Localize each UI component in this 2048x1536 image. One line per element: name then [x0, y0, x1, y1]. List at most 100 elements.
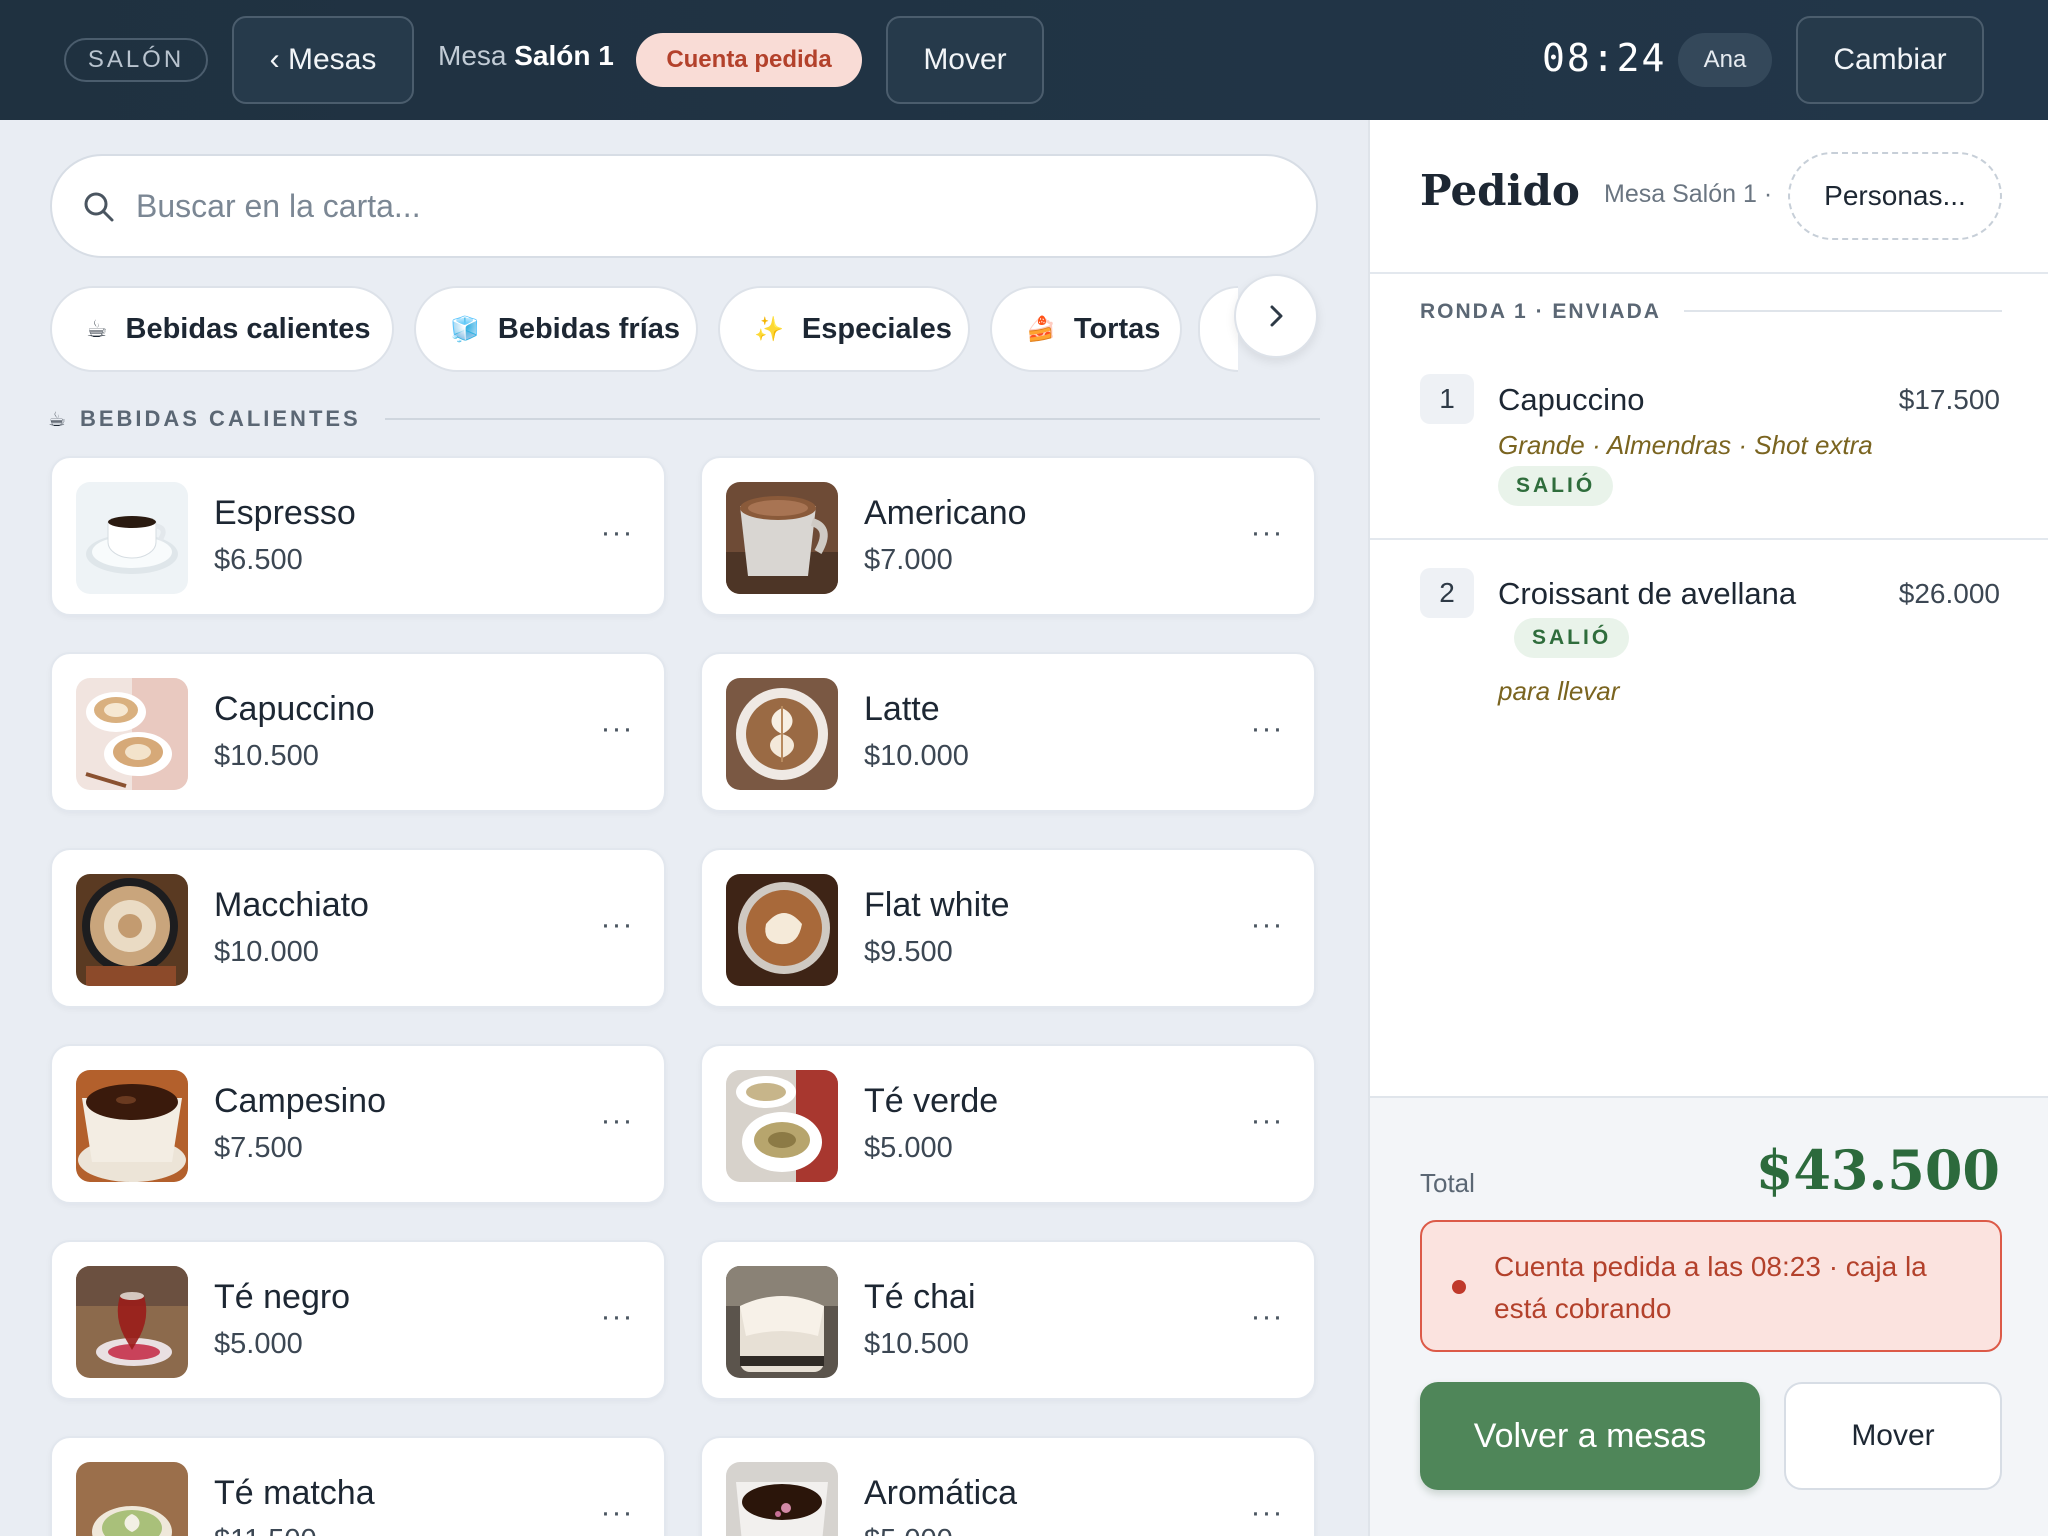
herbal-tea-photo	[726, 1462, 838, 1536]
product-price: $11.500	[214, 1524, 317, 1536]
more-options-button[interactable]: ···	[1244, 706, 1290, 752]
item-quantity: 1	[1420, 374, 1474, 424]
item-modifiers: Grande · Almendras · Shot extra	[1498, 430, 1873, 460]
product-card-latte[interactable]: Latte $10.000 ···	[700, 652, 1316, 812]
table-prefix: Mesa	[438, 40, 507, 71]
black-tea-photo	[76, 1266, 188, 1378]
divider	[384, 418, 1320, 420]
macchiato-photo	[76, 874, 188, 986]
espresso-photo	[76, 482, 188, 594]
product-card-capuccino[interactable]: Capuccino $10.500 ···	[50, 652, 666, 812]
search-icon	[84, 192, 114, 222]
chevron-right-icon	[1270, 305, 1283, 327]
product-card-campesino[interactable]: Campesino $7.500 ···	[50, 1044, 666, 1204]
categories-next-button[interactable]	[1234, 274, 1318, 358]
zone-label: SALÓN	[64, 38, 208, 82]
bill-requested-alert: Cuenta pedida a las 08:23 · caja la está…	[1420, 1220, 2002, 1352]
more-options-button[interactable]: ···	[1244, 1294, 1290, 1340]
search-bar	[50, 154, 1318, 258]
status-badge: Cuenta pedida	[636, 33, 862, 87]
divider	[1684, 310, 2002, 312]
coffee-cup-icon: ☕	[86, 315, 108, 343]
product-name: Té verde	[864, 1082, 999, 1120]
product-name: Té chai	[864, 1278, 976, 1316]
category-chip-specials[interactable]: ✨ Especiales	[718, 286, 970, 372]
product-card-espresso[interactable]: Espresso $6.500 ···	[50, 456, 666, 616]
search-input[interactable]	[136, 176, 1286, 236]
campesino-photo	[76, 1070, 188, 1182]
order-footer: Total $43.500 Cuenta pedida a las 08:23 …	[1370, 1096, 2048, 1536]
product-card-green-tea[interactable]: Té verde $5.000 ···	[700, 1044, 1316, 1204]
product-name: Aromática	[864, 1474, 1018, 1512]
product-price: $5.000	[864, 1524, 953, 1536]
more-options-button[interactable]: ···	[594, 902, 640, 948]
more-options-button[interactable]: ···	[594, 1490, 640, 1536]
product-price: $6.500	[214, 544, 303, 576]
divider	[1370, 272, 2048, 274]
more-options-button[interactable]: ···	[594, 706, 640, 752]
clock: 08:24	[1542, 36, 1667, 80]
total-value: $43.500	[1755, 1138, 2000, 1202]
capuccino-photo	[76, 678, 188, 790]
product-name: Té negro	[214, 1278, 351, 1316]
back-to-tables-button[interactable]: ‹ Mesas	[232, 16, 414, 104]
category-label: Tortas	[1073, 312, 1161, 345]
alert-text: Cuenta pedida a las 08:23 · caja la está…	[1494, 1251, 1927, 1324]
status-badge: SALIÓ	[1514, 618, 1630, 658]
category-chip-hot-drinks[interactable]: ☕ Bebidas calientes	[50, 286, 394, 372]
chai-tea-photo	[726, 1266, 838, 1378]
divider	[1370, 538, 2048, 540]
product-name: Macchiato	[214, 886, 369, 924]
product-card-matcha-tea[interactable]: Té matcha $11.500 ···	[50, 1436, 666, 1536]
product-card-flat-white[interactable]: Flat white $9.500 ···	[700, 848, 1316, 1008]
product-price: $7.500	[214, 1132, 303, 1164]
more-options-button[interactable]: ···	[594, 1098, 640, 1144]
product-card-macchiato[interactable]: Macchiato $10.000 ···	[50, 848, 666, 1008]
round-label: RONDA 1 · ENVIADA	[1420, 300, 1661, 323]
item-price: $17.500	[1898, 384, 2000, 415]
product-price: $10.500	[214, 740, 319, 772]
more-options-button[interactable]: ···	[1244, 902, 1290, 948]
switch-user-button[interactable]: Cambiar	[1796, 16, 1984, 104]
product-price: $9.500	[864, 936, 953, 968]
more-options-button[interactable]: ···	[1244, 510, 1290, 556]
move-table-button[interactable]: Mover	[886, 16, 1044, 104]
more-options-button[interactable]: ···	[1244, 1490, 1290, 1536]
product-name: Té matcha	[214, 1474, 375, 1512]
category-label: Especiales	[801, 312, 952, 345]
product-price: $10.000	[214, 936, 319, 968]
item-name: Croissant de avellana	[1498, 576, 1797, 611]
matcha-tea-photo	[76, 1462, 188, 1536]
back-to-tables-primary-button[interactable]: Volver a mesas	[1420, 1382, 1760, 1490]
product-card-black-tea[interactable]: Té negro $5.000 ···	[50, 1240, 666, 1400]
category-label: Bebidas calientes	[125, 312, 371, 345]
product-price: $5.000	[864, 1132, 953, 1164]
guests-button[interactable]: Personas...	[1788, 152, 2002, 240]
item-name: Capuccino	[1498, 382, 1645, 417]
order-panel: Pedido Mesa Salón 1 · Personas... RONDA …	[1368, 120, 2048, 1536]
user-chip: Ana	[1678, 33, 1772, 87]
category-chip-cold-drinks[interactable]: 🧊 Bebidas frías	[414, 286, 698, 372]
section-header: ☕ BEBIDAS CALIENTES	[48, 404, 1320, 434]
product-name: Espresso	[214, 494, 356, 532]
category-chip-partial[interactable]	[1198, 286, 1238, 372]
product-price: $5.000	[214, 1328, 303, 1360]
category-label: Bebidas frías	[497, 312, 681, 345]
category-chip-cakes[interactable]: 🍰 Tortas	[990, 286, 1182, 372]
more-options-button[interactable]: ···	[594, 1294, 640, 1340]
more-options-button[interactable]: ···	[594, 510, 640, 556]
more-options-button[interactable]: ···	[1244, 1098, 1290, 1144]
product-price: $7.000	[864, 544, 953, 576]
product-card-herbal-tea[interactable]: Aromática $5.000 ···	[700, 1436, 1316, 1536]
section-title: BEBIDAS CALIENTES	[79, 406, 361, 431]
product-name: Campesino	[214, 1082, 386, 1120]
move-order-button[interactable]: Mover	[1784, 1382, 2002, 1490]
table-name: Salón 1	[514, 40, 614, 71]
coffee-cup-icon: ☕	[48, 408, 66, 431]
product-card-chai-tea[interactable]: Té chai $10.500 ···	[700, 1240, 1316, 1400]
green-tea-photo	[726, 1070, 838, 1182]
table-label: Mesa Salón 1	[438, 40, 614, 72]
alert-dot-icon	[1452, 1280, 1466, 1294]
product-card-americano[interactable]: Americano $7.000 ···	[700, 456, 1316, 616]
product-price: $10.000	[864, 740, 969, 772]
